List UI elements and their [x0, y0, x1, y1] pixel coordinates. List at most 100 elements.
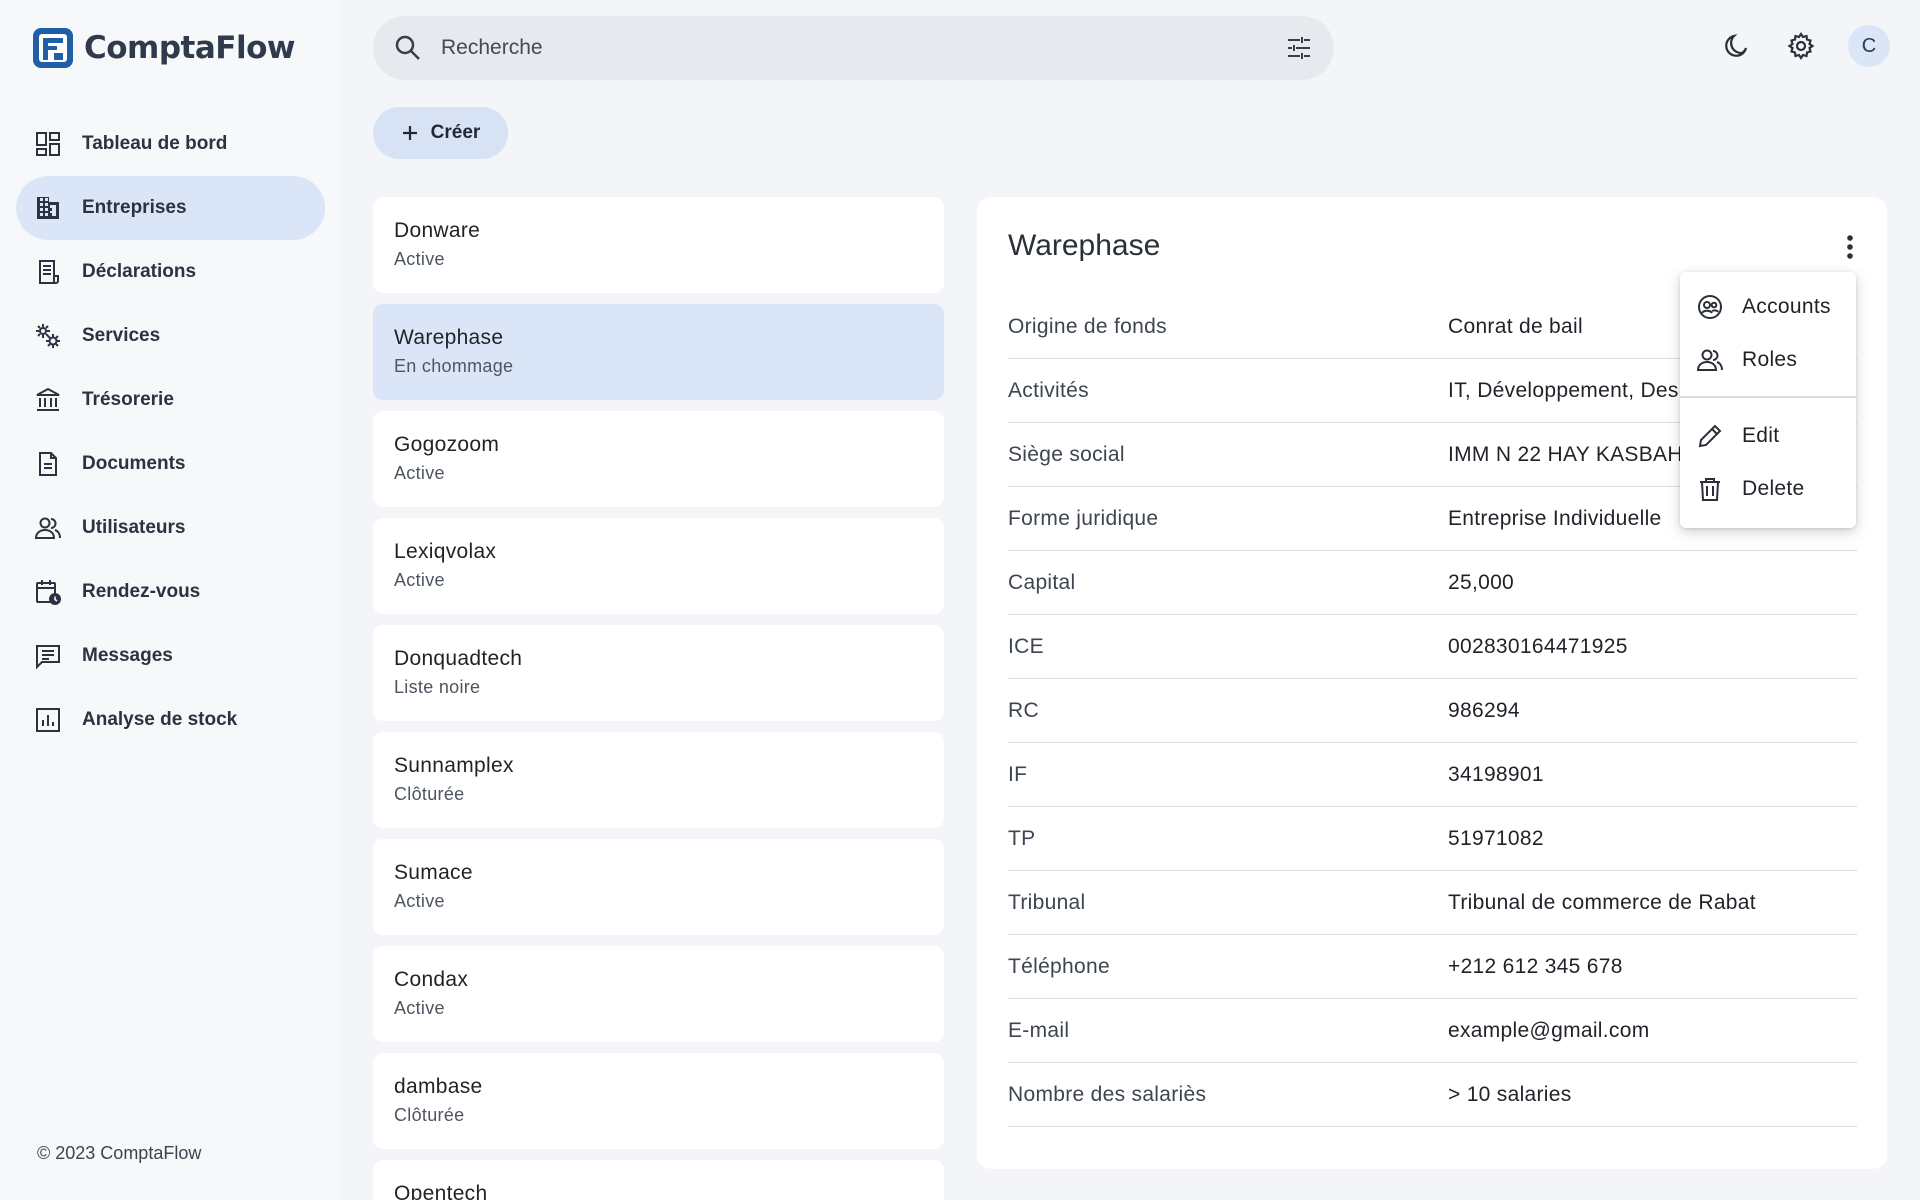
- company-name: Opentech: [394, 1182, 488, 1200]
- search-bar: [373, 16, 1334, 80]
- sidebar-item-label: Documents: [82, 453, 186, 474]
- field-label: Forme juridique: [1008, 506, 1159, 530]
- field-value: IT, Développement, Des: [1448, 378, 1679, 402]
- menu-item-accounts[interactable]: Accounts: [1680, 280, 1856, 333]
- sidebar-item-label: Entreprises: [82, 197, 187, 218]
- field-value: 51971082: [1448, 826, 1544, 850]
- detail-row: Capital 25,000: [1008, 551, 1857, 615]
- list-item[interactable]: Sumace Active: [373, 839, 944, 935]
- sidebar-item-utilisateurs[interactable]: Utilisateurs: [16, 496, 325, 560]
- list-item[interactable]: Donware Active: [373, 197, 944, 293]
- gears-icon: [34, 322, 62, 350]
- company-name: Donware: [394, 219, 481, 242]
- roles-icon: [1696, 349, 1723, 371]
- company-status: Clôturée: [394, 784, 465, 804]
- user-avatar[interactable]: C: [1848, 25, 1890, 67]
- search-input[interactable]: [441, 36, 1284, 60]
- field-label: Siège social: [1008, 442, 1125, 466]
- users-icon: [34, 514, 62, 542]
- company-name: Sunnamplex: [394, 754, 514, 777]
- app-logo[interactable]: ComptaFlow: [32, 26, 296, 70]
- app-name: ComptaFlow: [84, 30, 296, 66]
- field-value: example@gmail.com: [1448, 1018, 1650, 1042]
- sidebar-item-declarations[interactable]: Déclarations: [16, 240, 325, 304]
- list-item[interactable]: Gogozoom Active: [373, 411, 944, 507]
- dashboard-icon: [34, 130, 62, 158]
- field-value: +212 612 345 678: [1448, 954, 1623, 978]
- list-item[interactable]: Sunnamplex Clôturée: [373, 732, 944, 828]
- sidebar-item-label: Services: [82, 325, 161, 346]
- sidebar-item-entreprises[interactable]: Entreprises: [16, 176, 325, 240]
- menu-item-label: Edit: [1742, 424, 1780, 447]
- gear-icon: [1787, 32, 1815, 60]
- company-name: Gogozoom: [394, 433, 500, 456]
- menu-item-label: Accounts: [1742, 294, 1831, 318]
- filter-icon[interactable]: [1284, 33, 1314, 63]
- chart-icon: [34, 706, 62, 734]
- list-item[interactable]: Lexiqvolax Active: [373, 518, 944, 614]
- detail-row: E-mail example@gmail.com: [1008, 999, 1857, 1063]
- sidebar-item-documents[interactable]: Documents: [16, 432, 325, 496]
- field-value: Conrat de bail: [1448, 314, 1583, 338]
- field-label: E-mail: [1008, 1018, 1070, 1042]
- settings-button[interactable]: [1780, 25, 1822, 67]
- search-icon[interactable]: [393, 33, 423, 63]
- menu-item-label: Delete: [1742, 477, 1805, 500]
- sidebar-item-messages[interactable]: Messages: [16, 624, 325, 688]
- sidebar-item-tableau-de-bord[interactable]: Tableau de bord: [16, 112, 325, 176]
- detail-row: Téléphone +212 612 345 678: [1008, 935, 1857, 999]
- sidebar-item-label: Rendez-vous: [82, 581, 201, 602]
- field-label: ICE: [1008, 634, 1044, 658]
- company-status: Clôturée: [394, 1105, 465, 1125]
- list-item[interactable]: Opentech: [373, 1160, 944, 1200]
- field-value: 25,000: [1448, 570, 1515, 594]
- sidebar-item-label: Déclarations: [82, 261, 197, 282]
- options-menu: Accounts Roles Edit Delete: [1680, 272, 1856, 528]
- sidebar-item-rendez-vous[interactable]: Rendez-vous: [16, 560, 325, 624]
- moon-icon: [1725, 34, 1748, 57]
- sidebar-item-analyse-de-stock[interactable]: Analyse de stock: [16, 688, 325, 752]
- sidebar-item-label: Tableau de bord: [82, 133, 228, 154]
- field-label: IF: [1008, 762, 1028, 786]
- field-label: Capital: [1008, 570, 1076, 594]
- company-status: Active: [394, 463, 445, 483]
- field-value: IMM N 22 HAY KASBAH: [1448, 442, 1683, 466]
- more-options-button[interactable]: [1832, 227, 1868, 267]
- company-status: Active: [394, 249, 445, 269]
- sidebar-item-services[interactable]: Services: [16, 304, 325, 368]
- company-status: Liste noire: [394, 677, 481, 697]
- list-item[interactable]: Condax Active: [373, 946, 944, 1042]
- account-circle-icon: [1698, 294, 1722, 319]
- field-label: Tribunal: [1008, 890, 1086, 914]
- company-list: Donware Active Warephase En chommage Gog…: [373, 197, 944, 1200]
- sidebar-item-tresorerie[interactable]: Trésorerie: [16, 368, 325, 432]
- list-item[interactable]: Donquadtech Liste noire: [373, 625, 944, 721]
- menu-item-label: Roles: [1742, 347, 1798, 371]
- company-name: Sumace: [394, 861, 473, 884]
- list-item[interactable]: Warephase En chommage: [373, 304, 944, 400]
- dark-mode-toggle[interactable]: [1716, 25, 1758, 67]
- field-label: Nombre des salariès: [1008, 1082, 1207, 1106]
- create-button[interactable]: Créer: [373, 107, 508, 159]
- bank-icon: [34, 386, 62, 414]
- menu-item-roles[interactable]: Roles: [1680, 333, 1856, 386]
- receipt-icon: [34, 258, 62, 286]
- menu-item-delete[interactable]: Delete: [1680, 463, 1856, 516]
- plus-icon: [402, 126, 417, 140]
- detail-title: Warephase: [1008, 229, 1161, 262]
- menu-item-edit[interactable]: Edit: [1680, 410, 1856, 463]
- detail-row: ICE 002830164471925: [1008, 615, 1857, 679]
- field-value: 34198901: [1448, 762, 1544, 786]
- field-label: Activités: [1008, 378, 1089, 402]
- field-value: Tribunal de commerce de Rabat: [1448, 890, 1756, 914]
- field-label: Origine de fonds: [1008, 314, 1167, 338]
- company-status: Active: [394, 570, 445, 590]
- field-label: TP: [1008, 826, 1036, 850]
- document-icon: [34, 450, 62, 478]
- sidebar-item-label: Trésorerie: [82, 389, 174, 410]
- detail-row: Tribunal Tribunal de commerce de Rabat: [1008, 871, 1857, 935]
- detail-row: TP 51971082: [1008, 807, 1857, 871]
- topbar-actions: C: [1716, 25, 1890, 67]
- create-button-label: Créer: [430, 122, 481, 143]
- list-item[interactable]: dambase Clôturée: [373, 1053, 944, 1149]
